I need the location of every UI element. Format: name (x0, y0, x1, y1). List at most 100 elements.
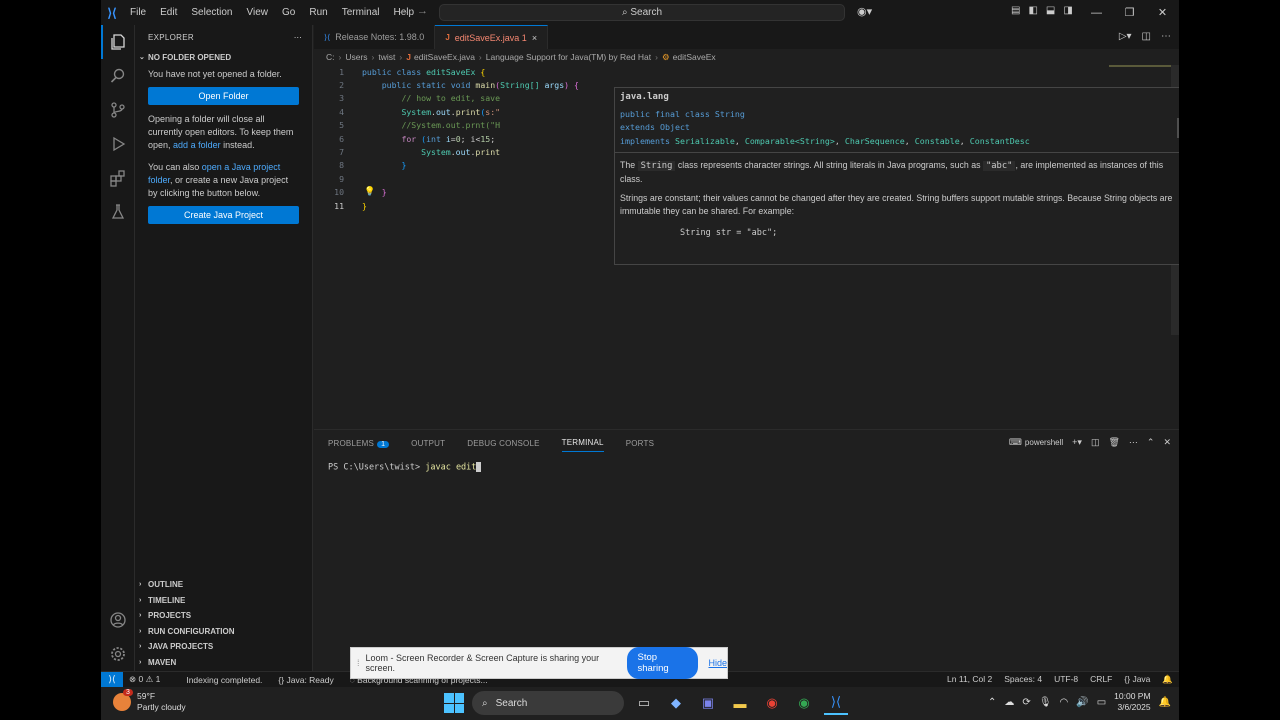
toggle-secondary-sidebar-icon[interactable]: ◨ (1063, 5, 1072, 16)
new-terminal-icon[interactable]: +▾ (1072, 437, 1082, 448)
close-window-icon[interactable]: ✕ (1146, 0, 1179, 25)
breadcrumb-class[interactable]: editSaveEx (673, 52, 716, 62)
clock[interactable]: 10:00 PM 3/6/2025 (1114, 691, 1150, 713)
gear-icon[interactable] (101, 637, 135, 671)
problems-status[interactable]: ⊗ 0 ⚠ 1 (123, 674, 166, 685)
create-java-project-button[interactable]: Create Java Project (148, 206, 299, 224)
chrome-icon[interactable]: ◉ (760, 691, 784, 715)
run-configuration-section[interactable]: › RUN CONFIGURATION (135, 624, 313, 640)
split-terminal-icon[interactable]: ◫ (1091, 437, 1100, 448)
run-debug-icon[interactable] (101, 127, 135, 161)
remote-icon[interactable]: ⟩⟨ (101, 672, 123, 687)
indentation[interactable]: Spaces: 4 (998, 674, 1048, 685)
outline-section[interactable]: › OUTLINE (135, 577, 313, 593)
notification-bell-icon[interactable]: 🔔 (1159, 697, 1171, 708)
menu-view[interactable]: View (240, 7, 276, 18)
breadcrumb-language-support[interactable]: Language Support for Java(TM) by Red Hat (486, 52, 651, 62)
vscode-taskbar-icon[interactable]: ⟩⟨ (824, 691, 848, 715)
close-panel-icon[interactable]: ✕ (1163, 437, 1171, 448)
more-actions-icon[interactable]: ⋯ (294, 33, 302, 42)
menu-file[interactable]: File (123, 7, 153, 18)
search-view-icon[interactable] (101, 59, 135, 93)
account-icon[interactable] (101, 603, 135, 637)
menu-selection[interactable]: Selection (184, 7, 239, 18)
lightbulb-icon[interactable]: 💡 (364, 187, 375, 197)
run-icon[interactable]: ▷▾ (1119, 31, 1132, 42)
windows-start-icon[interactable] (444, 693, 464, 713)
breadcrumb-users[interactable]: Users (345, 52, 367, 62)
tab-debug-console[interactable]: DEBUG CONSOLE (467, 439, 539, 448)
file-explorer-icon[interactable]: ▬ (728, 691, 752, 715)
sync-icon[interactable]: ⟳ (1022, 697, 1030, 708)
explorer-icon[interactable] (101, 25, 135, 59)
tab-ports[interactable]: PORTS (626, 439, 654, 448)
minimap[interactable] (1109, 65, 1171, 70)
language-mode[interactable]: {} Java (1118, 674, 1156, 685)
drag-handle-icon[interactable]: ⁞ (351, 658, 366, 668)
onedrive-icon[interactable]: ☁ (1004, 697, 1014, 708)
teams-icon[interactable]: ▣ (696, 691, 720, 715)
back-arrow-icon[interactable]: ← (398, 5, 417, 17)
source-control-icon[interactable] (101, 93, 135, 127)
tab-problems[interactable]: PROBLEMS 1 (328, 439, 390, 448)
microphone-icon[interactable]: 🎙 (1039, 697, 1052, 708)
chrome-profile-icon[interactable]: ◉ (792, 691, 816, 715)
more-actions-icon[interactable]: ⋯ (1129, 437, 1138, 448)
title-bar: ⟩⟨ File Edit Selection View Go Run Termi… (101, 0, 1179, 25)
notifications-icon[interactable]: 🔔 (1156, 674, 1179, 685)
open-folder-button[interactable]: Open Folder (148, 87, 299, 105)
breadcrumb-file[interactable]: editSaveEx.java (414, 52, 475, 62)
token: editSaveEx (426, 66, 476, 77)
hover-scrollbar[interactable] (1177, 118, 1179, 138)
menu-go[interactable]: Go (275, 7, 302, 18)
taskbar-search[interactable]: ⌕ Search (472, 691, 624, 715)
testing-icon[interactable] (101, 195, 135, 229)
extensions-icon[interactable] (101, 161, 135, 195)
no-folder-section[interactable]: ⌄ NO FOLDER OPENED (135, 49, 312, 65)
maximize-icon[interactable]: ❐ (1113, 0, 1146, 25)
customize-layout-icon[interactable]: ▤ (1011, 5, 1020, 16)
hide-link[interactable]: Hide (708, 658, 727, 668)
breadcrumb-twist[interactable]: twist (378, 52, 395, 62)
shell-name[interactable]: powershell (1025, 438, 1063, 447)
trash-icon[interactable]: 🗑 (1108, 437, 1119, 448)
breadcrumb-drive[interactable]: C: (326, 52, 335, 62)
battery-icon[interactable]: ▭ (1097, 697, 1106, 708)
copilot-icon[interactable]: ◉▾ (857, 5, 872, 18)
toggle-panel-icon[interactable]: ⬓ (1046, 5, 1055, 16)
split-editor-icon[interactable]: ◫ (1142, 31, 1151, 42)
indexing-status[interactable]: Indexing completed. (180, 675, 268, 685)
forward-arrow-icon[interactable]: → (417, 5, 436, 17)
maximize-panel-icon[interactable]: ⌃ (1147, 437, 1155, 448)
tab-label: editSaveEx.java 1 (454, 32, 527, 43)
projects-section[interactable]: › PROJECTS (135, 608, 313, 624)
minimize-icon[interactable]: — (1080, 0, 1113, 25)
add-folder-link[interactable]: add a folder (173, 140, 221, 150)
chevron-up-icon[interactable]: ⌃ (988, 697, 996, 708)
terminal-output[interactable]: PS C:\Users\twist> javac edit (314, 456, 1179, 479)
stop-sharing-button[interactable]: Stop sharing (627, 647, 699, 679)
tab-output[interactable]: OUTPUT (411, 439, 445, 448)
tab-editsaveex[interactable]: J editSaveEx.java 1 × (435, 25, 549, 49)
menu-terminal[interactable]: Terminal (335, 7, 387, 18)
java-status[interactable]: {} Java: Ready (272, 675, 339, 685)
toggle-sidebar-icon[interactable]: ◧ (1028, 5, 1037, 16)
wifi-icon[interactable]: ◠ (1060, 697, 1069, 708)
menu-run[interactable]: Run (302, 7, 334, 18)
task-view-icon[interactable]: ▭ (632, 691, 656, 715)
volume-icon[interactable]: 🔊 (1076, 697, 1088, 708)
close-tab-icon[interactable]: × (532, 33, 537, 43)
cursor-position[interactable]: Ln 11, Col 2 (941, 674, 998, 685)
maven-section[interactable]: › MAVEN (135, 655, 313, 671)
menu-edit[interactable]: Edit (153, 7, 184, 18)
line-ending[interactable]: CRLF (1084, 674, 1118, 685)
command-center-search[interactable]: ⌕ Search (439, 4, 845, 21)
weather-widget[interactable]: 3 59°F Partly cloudy (113, 689, 186, 713)
tab-release-notes[interactable]: ⟩⟨ Release Notes: 1.98.0 (314, 25, 436, 49)
copilot-app-icon[interactable]: ◆ (664, 691, 688, 715)
tab-terminal[interactable]: TERMINAL (561, 434, 604, 452)
more-actions-icon[interactable]: ⋯ (1161, 31, 1171, 42)
java-projects-section[interactable]: › JAVA PROJECTS (135, 639, 313, 655)
timeline-section[interactable]: › TIMELINE (135, 593, 313, 609)
encoding[interactable]: UTF-8 (1048, 674, 1084, 685)
